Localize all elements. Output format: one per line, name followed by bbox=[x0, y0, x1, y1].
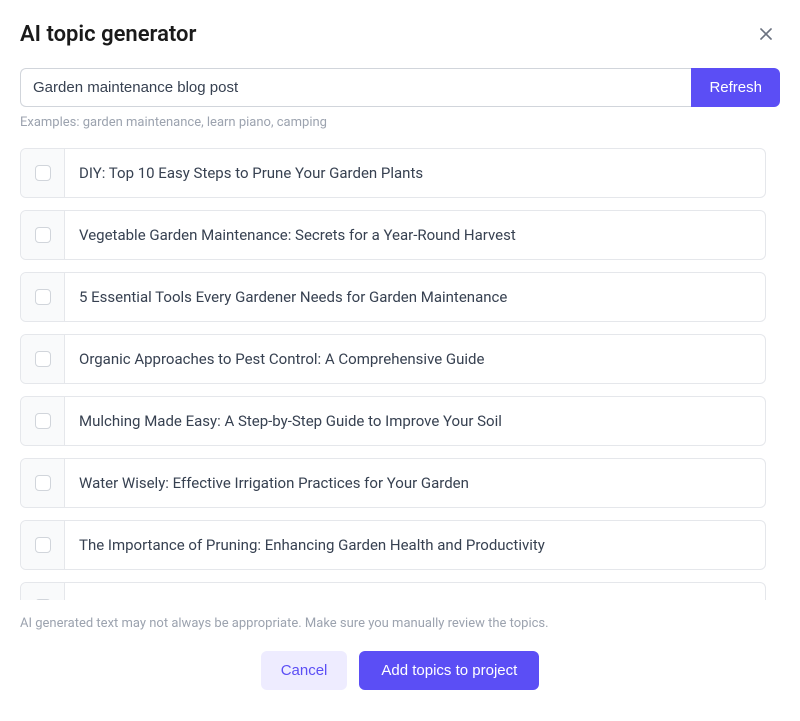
topic-checkbox[interactable] bbox=[35, 537, 51, 553]
topic-item[interactable]: DIY: Top 10 Easy Steps to Prune Your Gar… bbox=[20, 148, 766, 198]
topic-checkbox[interactable] bbox=[35, 351, 51, 367]
topic-checkbox[interactable] bbox=[35, 227, 51, 243]
checkbox-cell bbox=[21, 273, 65, 321]
disclaimer-text: AI generated text may not always be appr… bbox=[20, 616, 780, 631]
topic-item[interactable]: Water Wisely: Effective Irrigation Pract… bbox=[20, 458, 766, 508]
dialog-title: AI topic generator bbox=[20, 22, 196, 47]
topic-text: Vegetable Garden Maintenance: Secrets fo… bbox=[65, 211, 765, 259]
input-row: Refresh bbox=[20, 68, 780, 107]
topic-item[interactable]: 5 Essential Tools Every Gardener Needs f… bbox=[20, 272, 766, 322]
topic-text: Mulching Made Easy: A Step-by-Step Guide… bbox=[65, 397, 765, 445]
topic-item[interactable]: Simple Tips to Maintain Your Garden Thro… bbox=[20, 582, 766, 600]
checkbox-cell bbox=[21, 149, 65, 197]
topic-text: Water Wisely: Effective Irrigation Pract… bbox=[65, 459, 765, 507]
examples-hint: Examples: garden maintenance, learn pian… bbox=[20, 115, 780, 130]
dialog-footer: Cancel Add topics to project bbox=[20, 651, 780, 690]
topic-text: DIY: Top 10 Easy Steps to Prune Your Gar… bbox=[65, 149, 765, 197]
topic-item[interactable]: Mulching Made Easy: A Step-by-Step Guide… bbox=[20, 396, 766, 446]
topic-list[interactable]: DIY: Top 10 Easy Steps to Prune Your Gar… bbox=[20, 148, 780, 600]
add-topics-button[interactable]: Add topics to project bbox=[359, 651, 539, 690]
checkbox-cell bbox=[21, 397, 65, 445]
refresh-button[interactable]: Refresh bbox=[691, 68, 780, 107]
topic-list-wrapper: DIY: Top 10 Easy Steps to Prune Your Gar… bbox=[20, 148, 780, 600]
topic-checkbox[interactable] bbox=[35, 413, 51, 429]
checkbox-cell bbox=[21, 211, 65, 259]
topic-text: 5 Essential Tools Every Gardener Needs f… bbox=[65, 273, 765, 321]
topic-text: The Importance of Pruning: Enhancing Gar… bbox=[65, 521, 765, 569]
topic-text: Simple Tips to Maintain Your Garden Thro… bbox=[65, 583, 765, 600]
checkbox-cell bbox=[21, 459, 65, 507]
topic-item[interactable]: Vegetable Garden Maintenance: Secrets fo… bbox=[20, 210, 766, 260]
topic-item[interactable]: Organic Approaches to Pest Control: A Co… bbox=[20, 334, 766, 384]
cancel-button[interactable]: Cancel bbox=[261, 651, 348, 690]
topic-checkbox[interactable] bbox=[35, 165, 51, 181]
topic-checkbox[interactable] bbox=[35, 599, 51, 600]
close-icon bbox=[756, 24, 776, 44]
checkbox-cell bbox=[21, 583, 65, 600]
topic-input[interactable] bbox=[20, 68, 691, 107]
topic-text: Organic Approaches to Pest Control: A Co… bbox=[65, 335, 765, 383]
topic-checkbox[interactable] bbox=[35, 475, 51, 491]
dialog-header: AI topic generator bbox=[20, 20, 780, 48]
close-button[interactable] bbox=[752, 20, 780, 48]
checkbox-cell bbox=[21, 521, 65, 569]
topic-item[interactable]: The Importance of Pruning: Enhancing Gar… bbox=[20, 520, 766, 570]
topic-checkbox[interactable] bbox=[35, 289, 51, 305]
checkbox-cell bbox=[21, 335, 65, 383]
